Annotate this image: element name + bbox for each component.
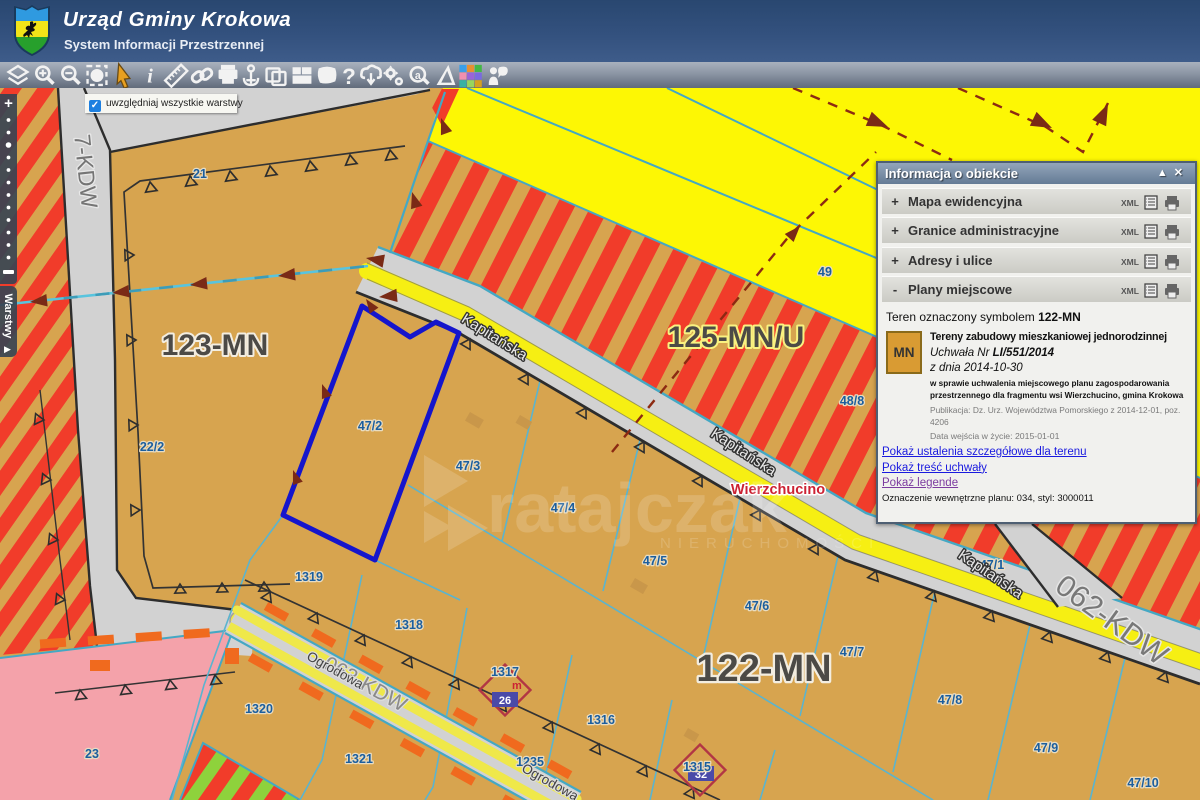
svg-text:23: 23 <box>85 747 99 761</box>
svg-text:47/7: 47/7 <box>840 645 864 659</box>
svg-text:1320: 1320 <box>245 702 273 716</box>
svg-text:1317: 1317 <box>491 665 519 679</box>
svg-text:47/8: 47/8 <box>938 693 962 707</box>
svg-text:i: i <box>147 66 153 88</box>
svg-text:1318: 1318 <box>395 618 423 632</box>
svg-text:1321: 1321 <box>345 752 373 766</box>
svg-text:47/5: 47/5 <box>643 554 667 568</box>
svg-text:1316: 1316 <box>587 713 615 727</box>
svg-text:47/3: 47/3 <box>456 459 480 473</box>
svg-text:XML: XML <box>1121 227 1139 237</box>
svg-text:125-MN/U: 125-MN/U <box>668 321 805 354</box>
svg-text:47/6: 47/6 <box>745 599 769 613</box>
svg-text:1319: 1319 <box>295 570 323 584</box>
svg-text:?: ? <box>342 64 356 89</box>
svg-text:47/10: 47/10 <box>1127 776 1158 790</box>
svg-text:XML: XML <box>1121 198 1139 208</box>
svg-text:NIERUCHOMOŚCI: NIERUCHOMOŚCI <box>660 534 880 552</box>
svg-text:122-MN: 122-MN <box>696 648 831 690</box>
svg-text:m: m <box>512 680 522 692</box>
svg-text:XML: XML <box>1121 257 1139 267</box>
svg-text:XML: XML <box>1121 286 1139 296</box>
svg-text:1315: 1315 <box>683 760 711 774</box>
svg-text:26: 26 <box>499 695 511 707</box>
svg-text:47/9: 47/9 <box>1034 741 1058 755</box>
svg-text:a: a <box>415 70 421 82</box>
svg-text:48/8: 48/8 <box>840 394 864 408</box>
svg-text:49: 49 <box>818 265 832 279</box>
svg-text:47/2: 47/2 <box>358 419 382 433</box>
svg-text:22/2: 22/2 <box>140 440 164 454</box>
svg-text:+: + <box>4 95 13 112</box>
svg-text:21: 21 <box>193 167 207 181</box>
svg-text:123-MN: 123-MN <box>162 329 269 362</box>
